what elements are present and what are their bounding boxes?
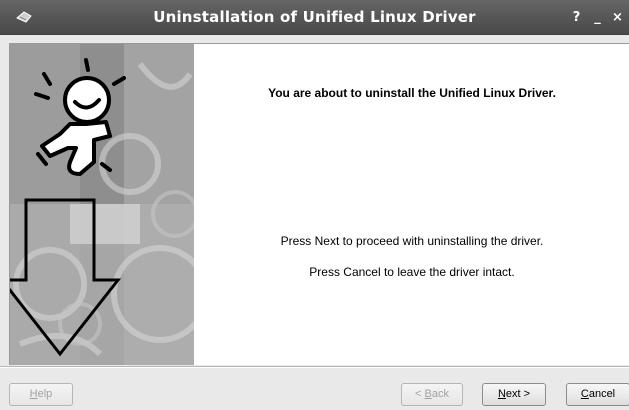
back-button[interactable]: < Back — [401, 383, 463, 406]
cancel-label: ancel — [588, 388, 616, 400]
cancel-button[interactable]: Cancel — [566, 383, 629, 406]
minimize-button[interactable]: _ — [589, 9, 606, 26]
back-mnemonic: B — [424, 388, 432, 400]
back-label: ack — [431, 388, 449, 400]
heading-text: You are about to uninstall the Unified L… — [268, 86, 556, 100]
next-mnemonic: N — [497, 388, 506, 400]
back-prefix: < — [415, 388, 425, 400]
instruction-cancel: Press Cancel to leave the driver intact. — [309, 265, 515, 279]
instruction-next: Press Next to proceed with uninstalling … — [280, 234, 544, 248]
window-title: Uninstallation of Unified Linux Driver — [153, 8, 476, 26]
help-button[interactable]: Help — [9, 383, 73, 406]
uninstall-window: Uninstallation of Unified Linux Driver ?… — [0, 0, 629, 410]
next-label: ext > — [505, 388, 531, 400]
title-bar[interactable]: Uninstallation of Unified Linux Driver ?… — [0, 0, 629, 35]
help-mnemonic: H — [29, 388, 38, 400]
separator — [0, 366, 629, 368]
side-banner — [10, 44, 194, 365]
cancel-mnemonic: C — [580, 388, 589, 400]
content-area: You are about to uninstall the Unified L… — [9, 43, 629, 365]
next-button[interactable]: Next > — [482, 383, 546, 406]
close-button[interactable]: × — [609, 9, 626, 26]
help-title-button[interactable]: ? — [568, 9, 585, 26]
help-label: elp — [37, 388, 53, 400]
